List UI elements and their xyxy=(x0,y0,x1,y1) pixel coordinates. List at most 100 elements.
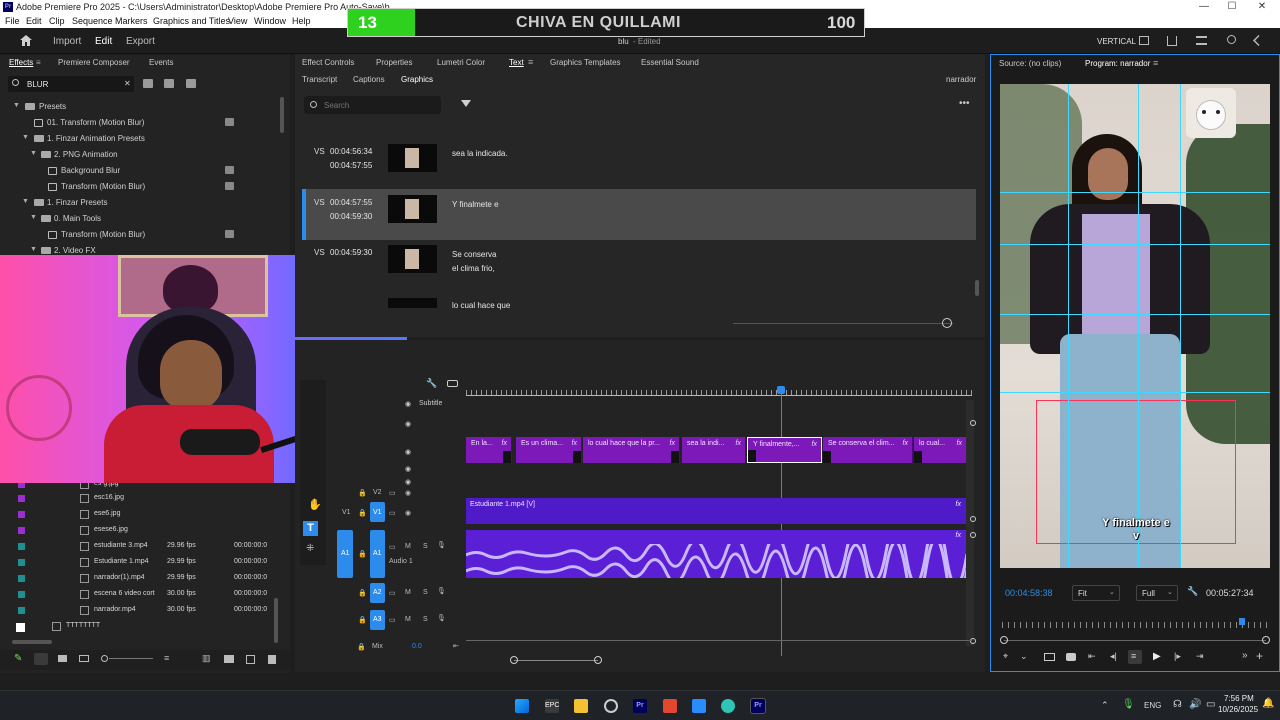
microphone-icon[interactable]: 🎙 xyxy=(437,541,446,549)
settings-wrench-icon[interactable]: 🔧 xyxy=(1187,586,1198,597)
playhead-handle[interactable] xyxy=(777,386,785,394)
lock-icon[interactable]: 🔒 xyxy=(358,550,367,558)
mix-value[interactable]: 0.0 xyxy=(412,643,422,650)
lock-icon[interactable]: 🔒 xyxy=(358,589,367,597)
caption-clip-selected[interactable]: Y finalmente,... fx xyxy=(747,437,822,463)
nav-edit[interactable]: Edit xyxy=(95,36,112,47)
project-item[interactable]: escena 6 video cort 30.00 fps 00:00:00:0 xyxy=(16,587,276,603)
tab-graphics-templates[interactable]: Graphics Templates xyxy=(550,58,621,67)
sync-lock-icon[interactable]: ▭ xyxy=(389,543,396,551)
eye-icon[interactable]: ◉ xyxy=(405,465,411,473)
tree-item[interactable]: 01. Transform (Motion Blur) xyxy=(0,115,280,131)
caption-clip[interactable]: Es un clima... fx xyxy=(516,437,582,463)
generate-tool-icon[interactable]: ⁜ xyxy=(306,543,314,554)
caption-clip[interactable]: lo cual hace que la pr... fx xyxy=(583,437,680,463)
timeline-vscroll[interactable] xyxy=(966,400,974,646)
epic-games-icon[interactable]: EPC xyxy=(545,699,559,713)
clock-time[interactable]: 7:56 PM xyxy=(1224,694,1254,703)
file-explorer-icon[interactable] xyxy=(574,699,588,713)
tree-item[interactable]: ▼ 0. Main Tools xyxy=(0,211,280,227)
effects-scrollbar[interactable] xyxy=(280,97,284,133)
delete-icon[interactable] xyxy=(268,655,276,664)
caption-clip[interactable]: sea la indi... fx xyxy=(682,437,746,463)
eye-icon[interactable]: ◉ xyxy=(405,509,411,517)
track-height-handle[interactable] xyxy=(970,516,976,522)
battery-icon[interactable]: ▭ xyxy=(1206,699,1215,710)
fullscreen-icon[interactable] xyxy=(1253,35,1264,46)
program-playhead[interactable] xyxy=(1239,618,1245,625)
sync-lock-icon[interactable]: ▭ xyxy=(389,616,396,624)
thumb-size-track[interactable] xyxy=(733,323,953,324)
zoom-slider-track[interactable] xyxy=(109,658,153,659)
volume-icon[interactable]: 🔊 xyxy=(1189,699,1201,710)
panel-layout-icon[interactable] xyxy=(1139,36,1149,45)
tab-effects[interactable]: Effects xyxy=(9,58,33,67)
project-item[interactable]: esc16.jpg xyxy=(16,491,276,507)
automate-icon[interactable]: ▥ xyxy=(202,653,211,664)
project-item[interactable]: Estudiante 1.mp4 29.99 fps 00:00:00:0 xyxy=(16,555,276,571)
tab-properties[interactable]: Properties xyxy=(376,58,412,67)
project-hscrollbar[interactable] xyxy=(12,640,52,644)
icon-view-icon[interactable] xyxy=(58,655,67,662)
effects-search-input[interactable]: BLUR xyxy=(27,80,48,89)
captions-scrollbar[interactable] xyxy=(975,280,979,296)
caption-clip[interactable]: Se conserva el clim... fx xyxy=(823,437,913,463)
lock-icon[interactable]: 🔒 xyxy=(358,489,367,497)
guides-toggle[interactable]: ≡ xyxy=(1128,650,1142,664)
notepad-icon[interactable] xyxy=(692,699,706,713)
audio-clip[interactable]: fx xyxy=(466,530,967,578)
lock-icon[interactable]: 🔒 xyxy=(358,509,367,517)
subtab-transcript[interactable]: Transcript xyxy=(302,75,337,84)
eye-icon[interactable]: ◉ xyxy=(405,400,411,408)
list-view-icon[interactable] xyxy=(34,653,48,665)
export-frame-icon[interactable] xyxy=(1066,653,1076,661)
timeline-zoom-bar[interactable] xyxy=(514,660,598,661)
solo-button[interactable]: S xyxy=(423,543,428,550)
captions-toggle-icon[interactable] xyxy=(447,380,458,387)
clear-search-icon[interactable]: ✕ xyxy=(124,79,131,88)
track-height-handle[interactable] xyxy=(970,638,976,644)
captions-search-input[interactable] xyxy=(324,99,434,111)
browser-icon[interactable] xyxy=(721,699,735,713)
lock-icon[interactable]: 🔒 xyxy=(357,643,366,651)
program-zoom-left[interactable] xyxy=(1000,636,1008,644)
share-icon[interactable] xyxy=(1167,36,1177,46)
premiere-active-icon[interactable]: Pr xyxy=(750,698,766,714)
solo-button[interactable]: S xyxy=(423,589,428,596)
work-area-bar[interactable] xyxy=(466,395,972,396)
project-item[interactable]: ese6.jpg xyxy=(16,507,276,523)
tree-item[interactable]: Transform (Motion Blur) xyxy=(0,227,280,243)
tab-text[interactable]: Text xyxy=(509,58,524,67)
brave-icon[interactable] xyxy=(663,699,677,713)
project-item[interactable]: TTTTTTTT xyxy=(16,619,276,635)
tab-premiere-composer[interactable]: Premiere Composer xyxy=(58,58,130,67)
step-forward-icon[interactable]: |▸ xyxy=(1174,651,1181,662)
yuv-effects-icon[interactable] xyxy=(186,79,196,88)
video-clip[interactable]: Estudiante 1.mp4 [V] fx xyxy=(466,498,967,524)
text-tab-menu-icon[interactable]: ≡ xyxy=(528,57,533,67)
quick-export-icon[interactable] xyxy=(1196,36,1207,45)
tree-item[interactable]: Background Blur xyxy=(0,163,280,179)
menu-help[interactable]: Help xyxy=(292,16,311,26)
project-item[interactable]: narrador(1).mp4 29.99 fps 00:00:00:0 xyxy=(16,571,276,587)
program-menu-icon[interactable]: ≡ xyxy=(1153,58,1158,68)
eye-icon[interactable]: ◉ xyxy=(405,489,411,497)
tab-source-monitor[interactable]: Source: (no clips) xyxy=(999,59,1061,68)
windows-start-icon[interactable] xyxy=(515,699,529,713)
tray-chevron-icon[interactable]: ⌃ xyxy=(1101,700,1109,711)
clock-date[interactable]: 10/26/2025 xyxy=(1218,705,1258,714)
tree-item[interactable]: ▼ Presets xyxy=(0,99,280,115)
menu-view[interactable]: View xyxy=(228,16,247,26)
program-zoom-bar[interactable] xyxy=(1004,640,1266,641)
microphone-icon[interactable]: 🎙 xyxy=(437,587,446,595)
caption-clip[interactable]: En la... fx xyxy=(466,437,512,463)
tree-item[interactable]: ▼ 1. Finzar Presets xyxy=(0,195,280,211)
subtab-captions[interactable]: Captions xyxy=(353,75,385,84)
resolution-dropdown[interactable]: Full ⌄ xyxy=(1136,585,1178,601)
project-item[interactable]: esese6.jpg xyxy=(16,523,276,539)
premiere-taskbar-icon[interactable]: Pr xyxy=(633,699,647,713)
eye-icon[interactable]: ◉ xyxy=(405,420,411,428)
tree-item[interactable]: ▼ 2. PNG Animation xyxy=(0,147,280,163)
marker-icon[interactable]: ⌖ xyxy=(1003,651,1008,662)
minimize-button[interactable]: — xyxy=(1190,0,1218,15)
